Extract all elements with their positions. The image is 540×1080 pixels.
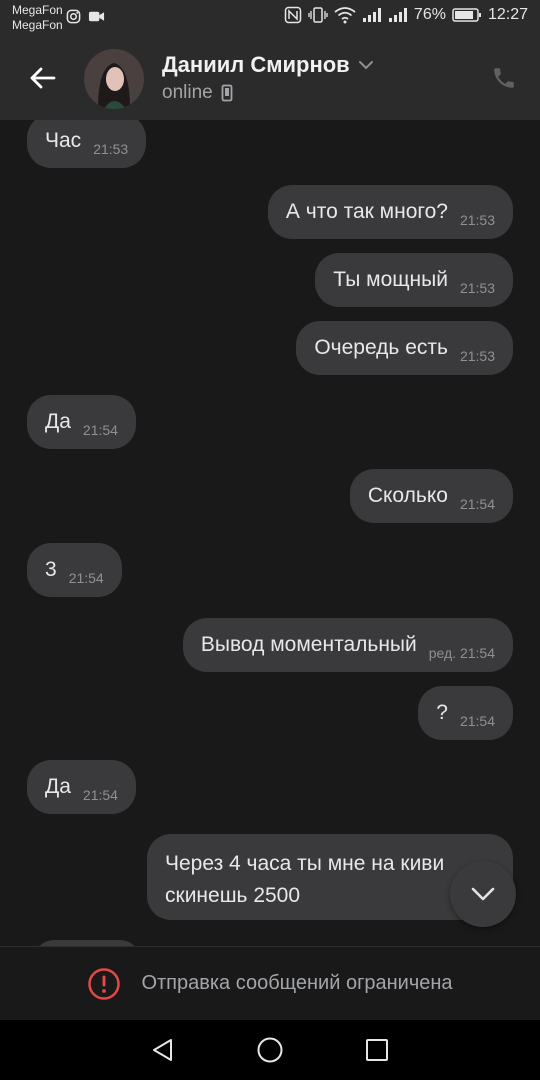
carrier-1: MegaFon [12,3,63,17]
message-bubble[interactable]: Да 21:54 [27,395,136,449]
carrier-2: MegaFon [12,18,63,32]
message-time: 21:53 [459,348,495,364]
message-time: 21:54 [459,713,495,729]
message-text: Ты мощный [333,268,448,291]
message-time: 21:53 [93,141,129,157]
avatar[interactable] [84,49,144,109]
message-text: Да [45,410,71,433]
message-bubble[interactable]: Ты мощный 21:53 [315,253,513,307]
status-bar: MegaFon MegaFon 76% 12:27 [0,0,540,36]
avatar-photo [84,49,144,109]
message-time: 21:54 [68,570,104,586]
back-button[interactable] [22,58,62,98]
mobile-device-icon [221,84,233,102]
back-arrow-icon [30,67,56,89]
message-bubble[interactable]: ? 21:54 [418,686,513,740]
square-recents-icon [365,1039,388,1061]
contact-name: Даниил Смирнов [162,52,350,77]
warning-icon [88,967,121,1000]
wifi-icon [334,6,356,24]
battery-percent: 76% [413,6,446,23]
message-bubble[interactable]: Очередь есть 21:53 [296,321,513,375]
video-camera-icon [88,10,105,23]
notification-icons [66,9,105,24]
message-time: 21:53 [459,212,495,228]
battery-icon [452,7,482,23]
message-text: Через 4 часа ты мне на киви скинешь 2500 [165,852,445,907]
message-bubble[interactable]: Да 21:54 [27,760,136,814]
message-text: Да [45,775,71,798]
restriction-text: Отправка сообщений ограничена [141,972,453,994]
triangle-back-icon [153,1039,173,1061]
message-time: 21:54 [459,496,495,512]
contact-status-row: online [162,82,233,104]
message-time: 21:54 [82,422,118,438]
contact-name-row[interactable]: Даниил Смирнов [162,52,374,78]
message-list[interactable]: Час 21:53 А что так много? 21:53 Ты мощн… [0,120,540,946]
message-text: Вывод моментальный [200,633,417,656]
scroll-to-bottom-button[interactable] [450,861,516,927]
message-bubble[interactable]: А что так много? 21:53 [267,185,513,239]
message-bubble[interactable]: Сколько 21:54 [349,469,513,523]
system-navigation-bar [0,1020,540,1080]
signal-icon-2 [388,7,408,23]
message-time: ред. 21:54 [428,645,495,661]
phone-icon [494,68,514,88]
message-text: Час [45,129,82,152]
chevron-down-icon [358,61,373,70]
messaging-restricted-bar: Отправка сообщений ограничена [0,946,540,1020]
message-bubble[interactable]: 3 21:54 [27,543,122,597]
call-button[interactable] [488,62,520,94]
nav-recents-button[interactable] [357,1030,397,1070]
chat-header: Даниил Смирнов online [0,36,540,120]
message-text: Очередь есть [314,336,448,359]
message-time: 21:54 [82,787,118,803]
carrier-labels: MegaFon MegaFon [12,3,63,33]
message-time: 21:53 [459,280,495,296]
nav-back-button[interactable] [143,1030,183,1070]
message-text: ? [436,701,448,724]
signal-icon-1 [362,7,382,23]
message-bubble[interactable]: Час 21:53 [27,120,147,168]
nfc-icon [284,6,302,24]
vibrate-icon [308,6,328,24]
clock: 12:27 [487,6,528,23]
message-text: 3 [45,558,57,581]
system-indicators: 76% 12:27 [284,6,528,24]
message-text: Сколько [367,484,448,507]
circle-home-icon [257,1037,283,1063]
message-bubble[interactable]: Вывод моментальный ред. 21:54 [182,618,513,672]
message-text: А что так много? [285,200,448,223]
chevron-down-icon [471,887,495,901]
nav-home-button[interactable] [250,1030,290,1070]
online-status: online [162,82,213,103]
instagram-icon [66,9,81,24]
